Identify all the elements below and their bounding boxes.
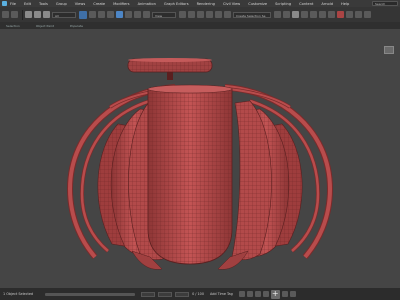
menu-graph-editors[interactable]: Graph Editors xyxy=(164,2,189,6)
auto-key-icon[interactable] xyxy=(238,291,245,297)
tab-object-paint[interactable]: Object Paint xyxy=(36,24,54,28)
tab-populate[interactable]: Populate xyxy=(70,24,83,28)
menu-civil-view[interactable]: Civil View xyxy=(223,2,240,6)
menu-bar: File Edit Tools Group Views Create Modif… xyxy=(0,0,400,7)
material-editor-icon[interactable] xyxy=(337,11,344,18)
app-logo-icon xyxy=(2,1,7,6)
select-by-name-icon[interactable] xyxy=(89,11,96,18)
spinner-snap-icon[interactable] xyxy=(224,11,231,18)
move-icon[interactable] xyxy=(116,11,123,18)
canopy-stem xyxy=(167,72,173,80)
menu-arnold[interactable]: Arnold xyxy=(321,2,333,6)
placement-icon[interactable] xyxy=(143,11,150,18)
scale-icon[interactable] xyxy=(134,11,141,18)
pan-icon[interactable] xyxy=(289,291,296,297)
render-production-icon[interactable] xyxy=(364,11,371,18)
align-icon[interactable] xyxy=(283,11,290,18)
rotate-icon[interactable] xyxy=(125,11,132,18)
render-setup-icon[interactable] xyxy=(346,11,353,18)
x-coordinate-field[interactable] xyxy=(141,291,156,297)
window-crossing-icon[interactable] xyxy=(107,11,114,18)
toolbar-divider xyxy=(22,9,23,20)
frame-counter: 0 / 100 xyxy=(192,292,204,296)
selection-filter-dropdown[interactable]: All xyxy=(52,11,76,18)
play-icon[interactable] xyxy=(254,291,261,297)
menu-rendering[interactable]: Rendering xyxy=(197,2,215,6)
menu-scripting[interactable]: Scripting xyxy=(275,2,291,6)
ribbon-icon[interactable] xyxy=(310,11,317,18)
viewcube-icon[interactable] xyxy=(384,46,394,54)
pivot-center-icon[interactable] xyxy=(179,11,186,18)
status-message: 1 Object Selected xyxy=(3,292,34,296)
reference-coordinate-dropdown[interactable]: View xyxy=(152,11,176,18)
snaps-toggle-icon[interactable] xyxy=(197,11,204,18)
rectangular-selection-icon[interactable] xyxy=(98,11,105,18)
menu-help[interactable]: Help xyxy=(341,2,349,6)
main-toolbar: All View Create Selection Se xyxy=(0,7,400,22)
next-frame-icon[interactable] xyxy=(262,291,269,297)
selection-set-input[interactable]: Create Selection Se xyxy=(233,11,271,18)
menu-modifiers[interactable]: Modifiers xyxy=(113,2,129,6)
select-object-icon[interactable] xyxy=(79,10,87,19)
z-coordinate-field[interactable] xyxy=(175,291,190,297)
petal-front-center[interactable] xyxy=(147,84,233,265)
layer-explorer-icon[interactable] xyxy=(301,11,308,18)
menu-file[interactable]: File xyxy=(10,2,16,6)
menu-edit[interactable]: Edit xyxy=(24,2,31,6)
menu-group[interactable]: Group xyxy=(56,2,67,6)
bind-space-warp-icon[interactable] xyxy=(43,11,50,18)
status-bar: 1 Object Selected 0 / 100 Add Time Tag + xyxy=(0,288,400,300)
menu-animation[interactable]: Animation xyxy=(138,2,156,6)
percent-snap-icon[interactable] xyxy=(215,11,222,18)
tab-selection[interactable]: Selection xyxy=(6,24,20,28)
scene-explorer-icon[interactable] xyxy=(292,11,299,18)
unlink-icon[interactable] xyxy=(34,11,41,18)
menu-tools[interactable]: Tools xyxy=(39,2,48,6)
perspective-viewport[interactable] xyxy=(0,29,400,288)
mirror-icon[interactable] xyxy=(274,11,281,18)
viewport-canvas xyxy=(66,58,334,270)
keyboard-shortcut-override-icon[interactable] xyxy=(188,11,195,18)
add-time-tag-button[interactable]: Add Time Tag xyxy=(210,292,233,296)
ceiling-canopy[interactable] xyxy=(127,58,213,73)
angle-snap-icon[interactable] xyxy=(206,11,213,18)
orbit-icon[interactable] xyxy=(281,291,288,297)
link-icon[interactable] xyxy=(25,11,32,18)
schematic-view-icon[interactable] xyxy=(328,11,335,18)
menu-content[interactable]: Content xyxy=(299,2,313,6)
menu-customize[interactable]: Customize xyxy=(248,2,267,6)
rendered-frame-window-icon[interactable] xyxy=(355,11,362,18)
time-slider[interactable] xyxy=(45,292,136,296)
y-coordinate-field[interactable] xyxy=(158,291,173,297)
menu-create[interactable]: Create xyxy=(93,2,105,6)
zoom-extents-icon[interactable]: + xyxy=(270,289,280,299)
redo-icon[interactable] xyxy=(11,11,18,18)
undo-icon[interactable] xyxy=(2,11,9,18)
menu-views[interactable]: Views xyxy=(75,2,85,6)
set-key-icon[interactable] xyxy=(246,291,253,297)
search-input[interactable]: Search xyxy=(372,1,398,6)
ribbon-tabs: Selection Object Paint Populate xyxy=(0,22,400,29)
curve-editor-icon[interactable] xyxy=(319,11,326,18)
